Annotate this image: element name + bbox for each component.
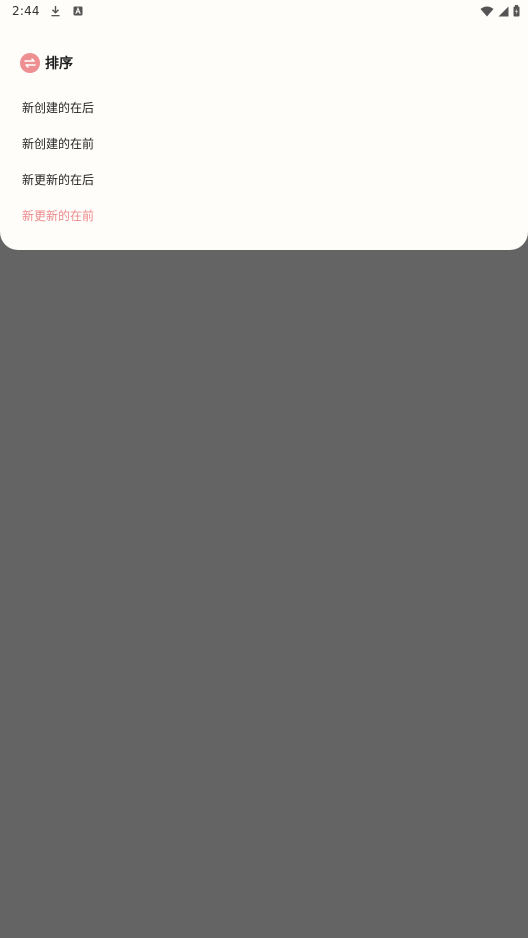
- sort-option-updated-oldest-first[interactable]: 新更新的在后: [0, 162, 528, 198]
- cellular-signal-icon: [497, 5, 509, 17]
- status-right: [480, 5, 520, 17]
- sheet-title: 排序: [45, 56, 73, 72]
- status-left: 2:44: [12, 4, 84, 18]
- sort-option-created-oldest-first[interactable]: 新创建的在后: [0, 90, 528, 126]
- sheet-header: 排序: [20, 53, 73, 73]
- battery-icon: [512, 5, 520, 17]
- download-icon: [50, 5, 62, 17]
- wifi-icon: [480, 5, 494, 17]
- sort-sheet: 排序 新创建的在后 新创建的在前 新更新的在后 新更新的在前: [0, 0, 528, 250]
- sort-icon: [20, 53, 40, 73]
- screen: 2:44 排序 新创建的在后 新创建的在前 新更新的在后 新更新的在前: [0, 0, 528, 938]
- sort-option-updated-newest-first[interactable]: 新更新的在前: [0, 198, 528, 234]
- status-bar: 2:44: [0, 0, 528, 22]
- status-time: 2:44: [12, 4, 40, 18]
- a-badge-icon: [72, 5, 84, 17]
- sort-option-list: 新创建的在后 新创建的在前 新更新的在后 新更新的在前: [0, 90, 528, 234]
- scrim-overlay[interactable]: [0, 250, 528, 938]
- sort-option-created-newest-first[interactable]: 新创建的在前: [0, 126, 528, 162]
